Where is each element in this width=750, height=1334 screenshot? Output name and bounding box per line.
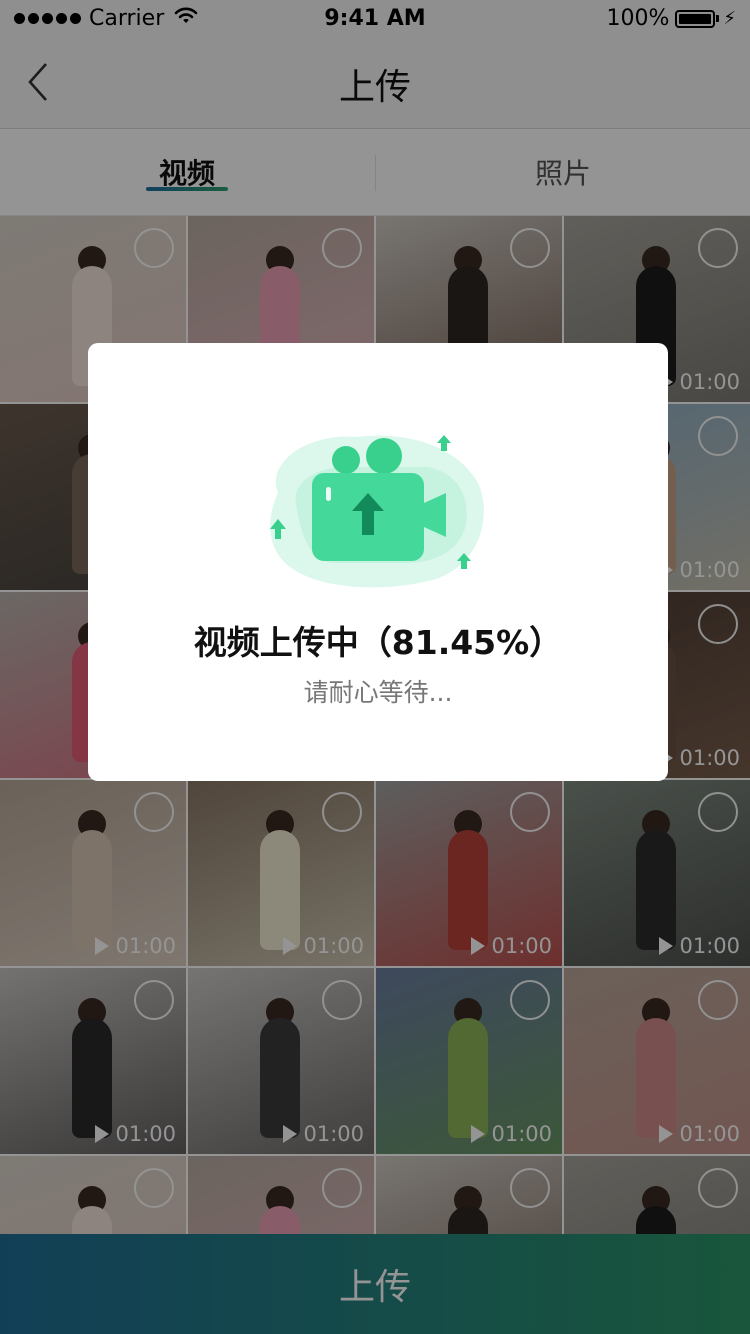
video-camera-upload-icon: [270, 435, 484, 588]
upload-progress-title: 视频上传中（81.45%）: [193, 623, 563, 662]
upload-progress-subtitle: 请耐心等待...: [303, 678, 453, 707]
